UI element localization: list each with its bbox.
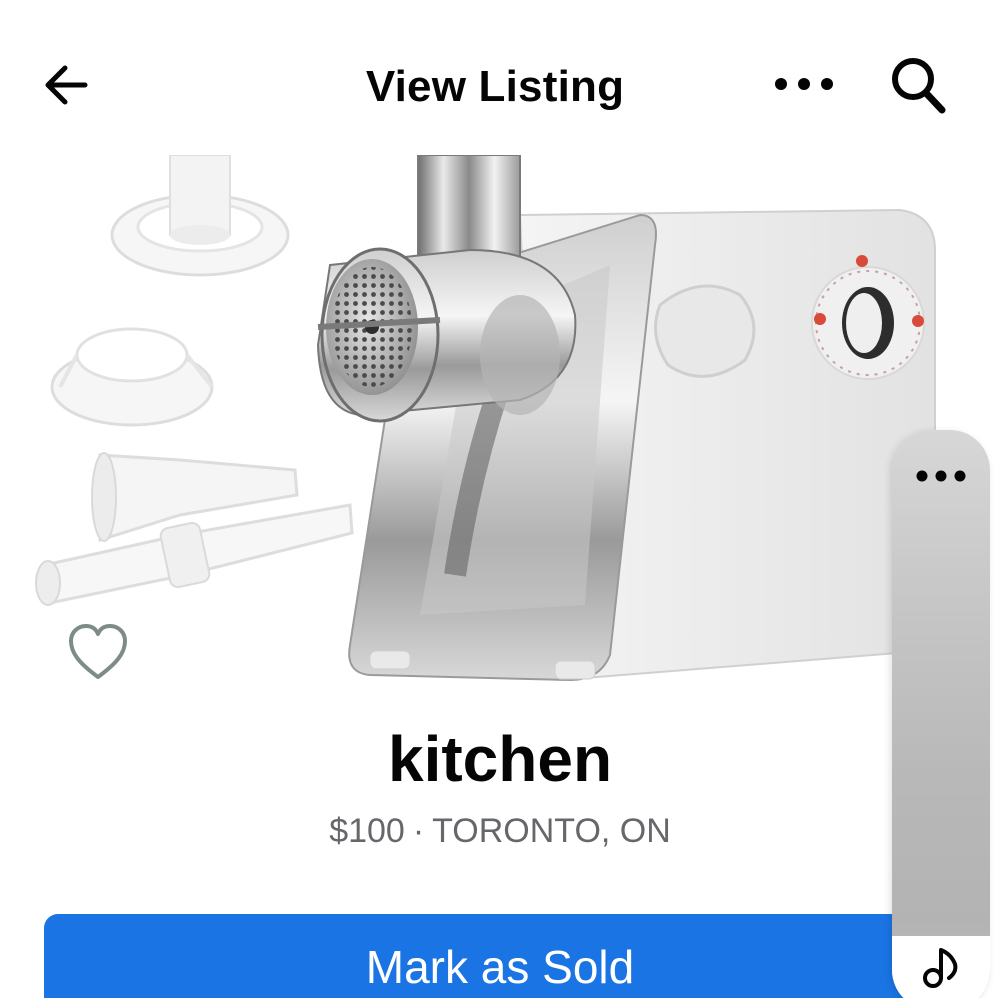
- mark-as-sold-button[interactable]: Mark as Sold: [44, 914, 956, 998]
- side-panel-music-button[interactable]: [892, 936, 990, 998]
- listing-page: View Listing kitchen $100 · TORONTO, ON …: [0, 0, 1000, 998]
- save-listing-button[interactable]: [62, 618, 134, 690]
- floating-side-panel: [892, 430, 990, 998]
- music-note-icon: [921, 944, 961, 995]
- listing-price-location: $100 · TORONTO, ON: [200, 812, 800, 851]
- listing-title: kitchen: [387, 723, 613, 795]
- listing-location: TORONTO, ON: [432, 812, 671, 850]
- page-title: View Listing: [365, 62, 625, 111]
- product-image[interactable]: [0, 155, 1000, 695]
- side-panel-more-button[interactable]: [906, 456, 976, 500]
- heart-outline-icon: [67, 623, 129, 686]
- search-icon: [888, 54, 948, 121]
- back-button[interactable]: [34, 55, 98, 119]
- listing-price: $100: [329, 812, 405, 850]
- more-horizontal-icon: [773, 76, 835, 97]
- more-horizontal-icon: [915, 469, 967, 488]
- meta-separator: ·: [412, 812, 425, 850]
- arrow-left-icon: [41, 63, 91, 112]
- search-button[interactable]: [878, 52, 958, 122]
- more-options-button[interactable]: [764, 58, 844, 114]
- top-bar: View Listing: [0, 0, 1000, 160]
